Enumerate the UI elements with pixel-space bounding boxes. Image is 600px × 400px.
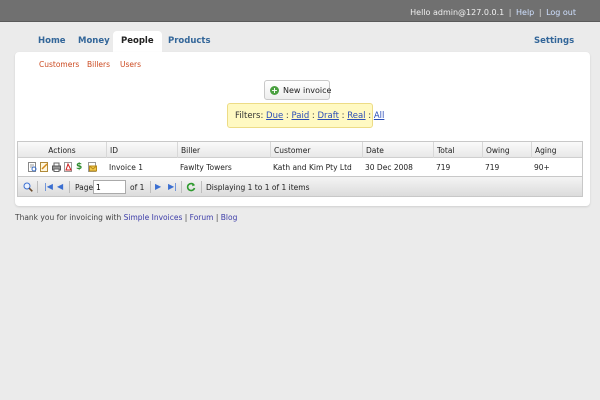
cell-date: 30 Dec 2008 [365,163,413,172]
filters-label: Filters: [235,111,264,121]
top-bar: Hello admin@127.0.0.1 | Help | Log out [0,0,600,22]
separator: | [508,8,512,17]
page-label: Page [75,183,94,192]
previous-page-icon[interactable]: ◀ [57,182,63,192]
cell-biller: Fawlty Towers [180,163,232,172]
column-header-aging[interactable]: Aging [531,142,582,158]
cell-id: Invoice 1 [109,163,143,172]
tab-products[interactable]: Products [168,36,211,46]
search-icon[interactable] [23,182,33,195]
column-header-total[interactable]: Total [433,142,482,158]
subnav-customers[interactable]: Customers [39,60,79,69]
pager-status: Displaying 1 to 1 of 1 items [206,183,310,192]
new-invoice-label: New invoice [283,86,332,95]
filters-bar: Filters: Due : Paid : Draft : Real : All [227,103,384,128]
toolbar-divider [201,181,202,193]
cell-owing: 719 [485,163,500,172]
logout-link[interactable]: Log out [546,8,576,17]
filter-real[interactable]: Real [347,111,365,121]
greeting-text: Hello admin@127.0.0.1 [410,8,505,17]
footer-separator: | [215,213,219,222]
toolbar-divider [181,181,182,193]
pdf-icon[interactable] [64,162,73,172]
first-page-icon[interactable]: |◀ [44,182,53,192]
separator: | [538,8,542,17]
filter-separator: : [341,111,345,121]
filter-separator: : [368,111,372,121]
footer-text: Thank you for invoicing with [15,213,122,222]
refresh-icon[interactable] [186,182,196,195]
cell-total: 719 [436,163,451,172]
payment-icon[interactable]: $ [76,162,85,172]
tab-settings[interactable]: Settings [534,36,574,46]
column-header-owing[interactable]: Owing [482,142,531,158]
filter-due[interactable]: Due [266,111,283,121]
tab-home[interactable]: Home [38,36,66,46]
plus-circle-icon: + [270,86,279,95]
pager-toolbar: |◀ ◀ Page of 1 ▶ ▶| Displaying 1 to 1 of… [18,176,582,196]
view-icon[interactable] [28,162,37,172]
column-header-biller[interactable]: Biller [177,142,270,158]
filter-paid[interactable]: Paid [292,111,310,121]
next-page-icon[interactable]: ▶ [155,182,161,192]
column-header-actions[interactable]: Actions [18,142,106,158]
new-invoice-button[interactable]: + New invoice [264,80,332,100]
cell-aging: 90+ [534,163,550,172]
last-page-icon[interactable]: ▶| [168,182,177,192]
grid-header: Actions ID Biller Customer Date Total Ow… [18,142,582,158]
help-link[interactable]: Help [516,8,534,17]
page-number-input[interactable] [93,180,126,194]
footer-separator: | [184,213,188,222]
toolbar-divider [150,181,151,193]
edit-icon[interactable] [40,162,49,172]
subnav-billers[interactable]: Billers [87,60,110,69]
column-header-date[interactable]: Date [362,142,433,158]
invoice-grid: Actions ID Biller Customer Date Total Ow… [17,141,583,197]
footer: Thank you for invoicing with Simple Invo… [15,213,237,222]
forum-link[interactable]: Forum [190,213,214,222]
subnav-users[interactable]: Users [120,60,141,69]
tab-people[interactable]: People [113,31,162,53]
blog-link[interactable]: Blog [221,213,238,222]
toolbar-divider [37,181,38,193]
user-menu: Hello admin@127.0.0.1 | Help | Log out [410,8,576,17]
filter-separator: : [311,111,315,121]
tab-money[interactable]: Money [78,36,110,46]
print-icon[interactable] [52,162,61,172]
table-row[interactable]: $ Invoice 1 Fawlty Towers Kath and Kim P… [18,159,582,175]
column-header-customer[interactable]: Customer [270,142,362,158]
column-header-id[interactable]: ID [106,142,177,158]
cell-customer: Kath and Kim Pty Ltd [273,163,352,172]
page-total-label: of 1 [130,183,145,192]
email-icon[interactable] [88,162,97,172]
filter-draft[interactable]: Draft [318,111,339,121]
filter-all[interactable]: All [374,111,385,121]
filter-separator: : [285,111,289,121]
simple-invoices-link[interactable]: Simple Invoices [124,213,183,222]
toolbar-divider [69,181,70,193]
